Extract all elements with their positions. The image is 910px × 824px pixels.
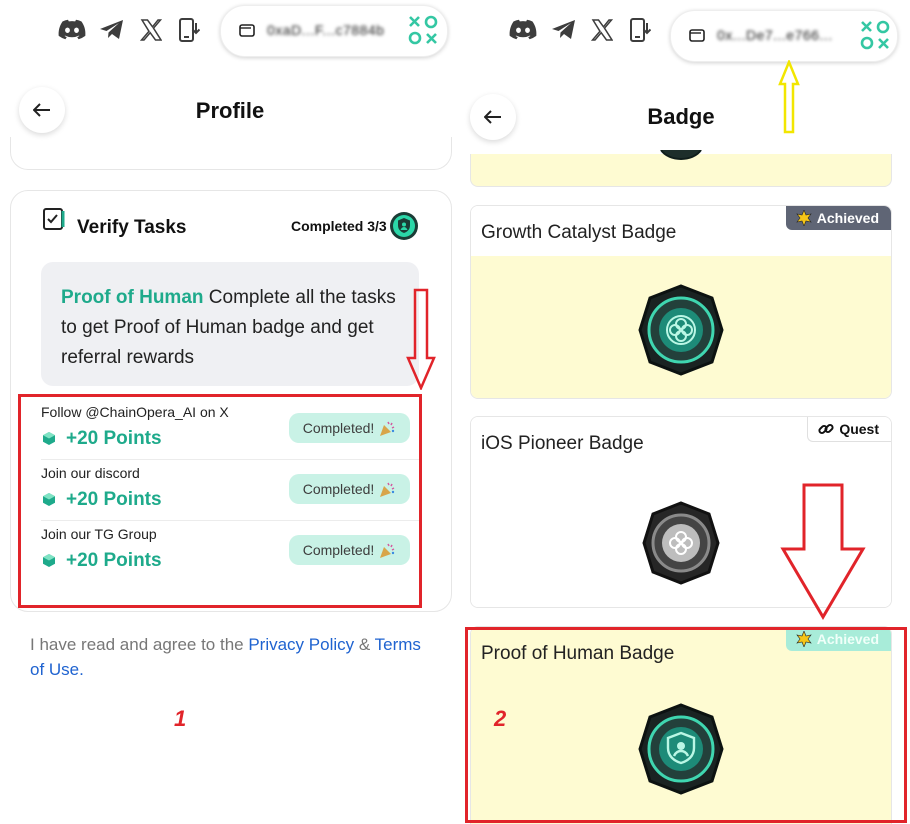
annotation-down-arrow-icon — [780, 483, 866, 620]
wallet-button[interactable]: 0xaD...F...c7884b — [220, 5, 448, 57]
back-button[interactable] — [19, 87, 65, 133]
annotation-red-box — [465, 627, 907, 823]
badge-card[interactable]: Growth Catalyst Badge Achieved — [470, 205, 892, 399]
wallet-button[interactable]: 0x...De7...e766... — [670, 10, 898, 62]
annotation-up-arrow-icon — [778, 60, 800, 134]
back-button[interactable] — [470, 94, 516, 140]
app-download-icon[interactable] — [626, 16, 654, 44]
wallet-address: 0x...De7...e766... — [717, 27, 833, 43]
wallet-icon — [239, 24, 255, 37]
top-bar: 0x...De7...e766... — [462, 0, 910, 62]
profile-card-partial — [10, 137, 452, 170]
annotation-number: 1 — [174, 706, 187, 731]
x-icon[interactable] — [588, 16, 616, 44]
annotation-number: 2 — [494, 706, 507, 731]
top-bar: 0xaD...F...c7884b — [0, 0, 455, 60]
proof-heading: Proof of Human — [61, 287, 204, 308]
agreement-text: I have read and agree to the Privacy Pol… — [30, 635, 421, 679]
telegram-icon[interactable] — [98, 16, 126, 44]
shield-badge-icon — [390, 212, 418, 240]
privacy-policy-link[interactable]: Privacy Policy — [248, 635, 354, 654]
wallet-address: 0xaD...F...c7884b — [267, 22, 385, 38]
discord-icon[interactable] — [58, 16, 86, 44]
annotation-down-arrow-icon — [406, 288, 436, 390]
annotation-red-box — [18, 394, 422, 608]
badge-card-partial — [470, 150, 892, 187]
tasks-progress: Completed 3/3 — [291, 218, 387, 234]
star-burst-icon — [796, 210, 812, 226]
growth-catalyst-medal — [638, 284, 724, 376]
ios-pioneer-medal — [642, 501, 720, 585]
discord-icon[interactable] — [509, 16, 537, 44]
badge-screen: 0x...De7...e766... Badge Growth Catalyst… — [462, 0, 910, 824]
verify-tasks-title: Verify Tasks — [77, 217, 187, 238]
badge-name: iOS Pioneer Badge — [481, 433, 644, 454]
page-title: Profile — [195, 98, 265, 123]
app-download-icon[interactable] — [175, 16, 203, 44]
checklist-icon — [43, 208, 65, 230]
wallet-icon — [689, 29, 705, 42]
achieved-tag: Achieved — [785, 206, 891, 230]
quest-tag: Quest — [807, 417, 891, 442]
badge-name: Growth Catalyst Badge — [481, 222, 677, 243]
proof-of-human-info: Proof of Human Complete all the tasks to… — [41, 262, 419, 386]
chain-link-icon — [818, 423, 834, 435]
telegram-icon[interactable] — [550, 16, 578, 44]
x-icon[interactable] — [137, 16, 165, 44]
xoxo-logo — [408, 15, 438, 45]
page-title: Badge — [647, 104, 715, 129]
arrow-left-icon — [484, 110, 501, 124]
xoxo-logo — [860, 20, 890, 50]
arrow-left-icon — [33, 103, 50, 117]
badge-medal-partial — [660, 150, 702, 160]
profile-screen: 0xaD...F...c7884b Profile Verify Tasks C… — [0, 0, 455, 824]
